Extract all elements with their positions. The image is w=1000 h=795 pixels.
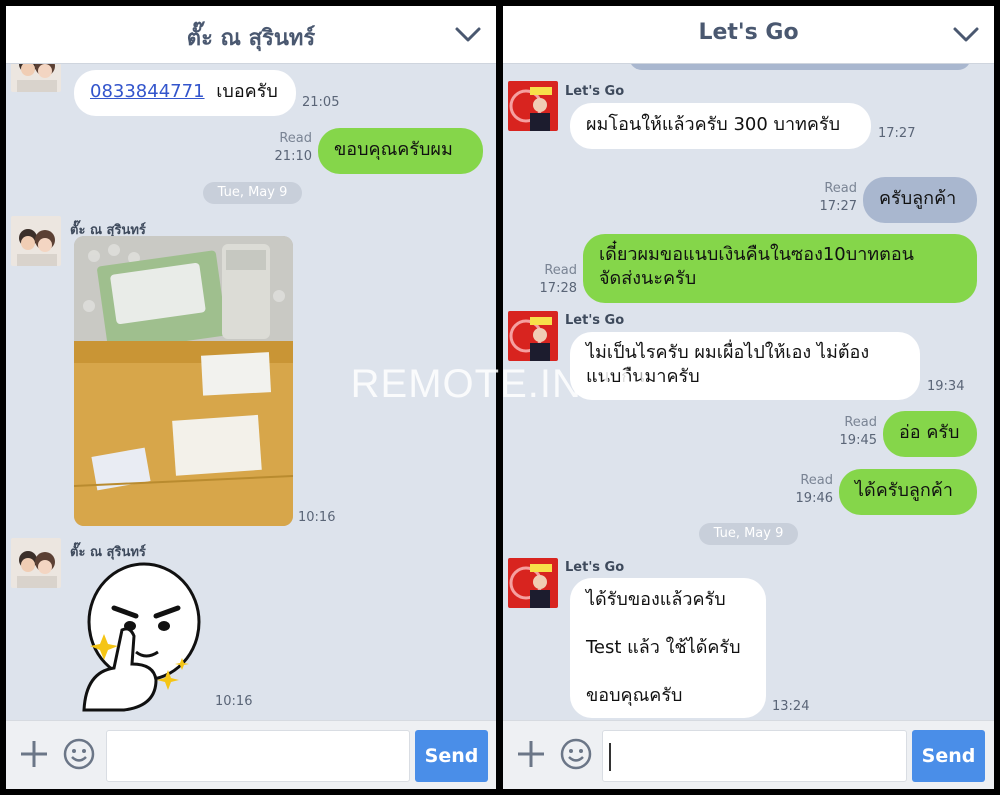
message-bubble[interactable]: ไม่เป็นไรครับ ผมเผื่อไปให้เอง ไม่ต้อง แน…	[570, 332, 920, 400]
chat-window-right: Let's Go Let's Go ผมโอนให้แล้วครับ 300 บ…	[503, 6, 994, 789]
message-text: ได้รับของแล้วครับ	[586, 589, 726, 610]
message-bubble[interactable]: ผมโอนให้แล้วครับ 300 บาทครับ	[570, 103, 871, 149]
message-text: ได้ครับลูกค้า	[855, 480, 953, 501]
plus-icon[interactable]	[19, 739, 49, 769]
input-bar: Send	[6, 720, 496, 789]
message-text: เบอครับ	[216, 81, 278, 102]
message-bubble-outgoing[interactable]: ขอบคุณครับผม	[318, 128, 483, 174]
message-bubble-outgoing[interactable]: อ่อ ครับ	[883, 411, 977, 457]
message-time: 10:16	[298, 510, 336, 525]
message-text: ขอบคุณครับ	[586, 685, 683, 706]
message-bubble-outgoing[interactable]: ครับลูกค้า	[863, 177, 977, 223]
send-button[interactable]: Send	[912, 730, 985, 782]
message-text: อ่อ ครับ	[899, 422, 960, 443]
read-receipt: Read 19:45	[839, 415, 877, 448]
avatar[interactable]	[11, 64, 61, 92]
sender-name: Let's Go	[565, 313, 625, 328]
message-text: เดี๋ยวผมขอแนบเงินคืนในซอง10บาทตอน	[599, 244, 914, 265]
send-button[interactable]: Send	[415, 730, 488, 782]
plus-icon[interactable]	[516, 739, 546, 769]
message-text: Test แล้ว ใช้ได้ครับ	[586, 637, 741, 658]
avatar[interactable]	[11, 216, 61, 266]
message-text: แนบกืนมาครับ	[586, 366, 700, 387]
message-time: 19:34	[927, 379, 965, 394]
avatar[interactable]	[11, 538, 61, 588]
chat-window-left: ตั๊ะ ณ สุรินทร์ 0833844771 เบอครับ 21:05…	[6, 6, 496, 789]
chat-header: ตั๊ะ ณ สุรินทร์	[6, 6, 496, 64]
message-bubble[interactable]: 0833844771 เบอครับ	[74, 70, 296, 116]
message-time: 13:24	[772, 699, 810, 714]
package-photo	[74, 236, 293, 526]
photo-message[interactable]	[74, 236, 293, 526]
input-bar: Send	[503, 720, 994, 789]
sender-name: Let's Go	[565, 84, 625, 99]
sender-name: ตั๊ะ ณ สุรินทร์	[70, 545, 146, 560]
message-bubble-outgoing[interactable]: ได้ครับลูกค้า	[839, 469, 977, 515]
message-time: 10:16	[215, 694, 253, 709]
read-receipt: Read 21:10	[274, 131, 312, 164]
read-receipt: Read 17:27	[819, 181, 857, 214]
chevron-down-icon[interactable]	[454, 24, 482, 46]
chevron-down-icon[interactable]	[952, 24, 980, 46]
read-receipt: Read 17:28	[539, 263, 577, 296]
emoji-icon[interactable]	[62, 737, 96, 771]
emoji-icon[interactable]	[559, 737, 593, 771]
date-separator: Tue, May 9	[699, 523, 798, 545]
message-text: ขอบคุณครับผม	[334, 139, 453, 160]
message-input[interactable]	[106, 730, 410, 782]
message-text: จัดส่งนะครับ	[599, 268, 697, 289]
message-list[interactable]: 0833844771 เบอครับ 21:05 Read 21:10 ขอบค…	[6, 64, 496, 720]
avatar[interactable]	[508, 311, 558, 361]
phone-link[interactable]: 0833844771	[90, 81, 205, 102]
text-cursor	[609, 743, 611, 771]
message-text: ครับลูกค้า	[879, 188, 957, 209]
message-bubble-partial	[629, 64, 971, 70]
date-separator: Tue, May 9	[203, 182, 302, 204]
sticker[interactable]	[74, 560, 204, 720]
message-time: 17:27	[878, 126, 916, 141]
avatar[interactable]	[508, 558, 558, 608]
read-receipt: Read 19:46	[795, 473, 833, 506]
message-bubble-outgoing[interactable]: เดี๋ยวผมขอแนบเงินคืนในซอง10บาทตอน จัดส่ง…	[583, 234, 977, 303]
chat-header: Let's Go	[503, 6, 994, 64]
message-time: 21:05	[302, 95, 340, 110]
chat-title: Let's Go	[698, 20, 799, 45]
sender-name: Let's Go	[565, 560, 625, 575]
chat-title: ตั๊ะ ณ สุรินทร์	[186, 26, 316, 51]
avatar[interactable]	[508, 81, 558, 131]
message-list[interactable]: Let's Go ผมโอนให้แล้วครับ 300 บาทครับ 17…	[503, 64, 994, 720]
message-input[interactable]	[602, 730, 907, 782]
message-bubble[interactable]: ได้รับของแล้วครับ Test แล้ว ใช้ได้ครับ ข…	[570, 578, 766, 718]
message-text: ไม่เป็นไรครับ ผมเผื่อไปให้เอง ไม่ต้อง	[586, 342, 870, 363]
message-text: ผมโอนให้แล้วครับ 300 บาทครับ	[586, 114, 841, 135]
